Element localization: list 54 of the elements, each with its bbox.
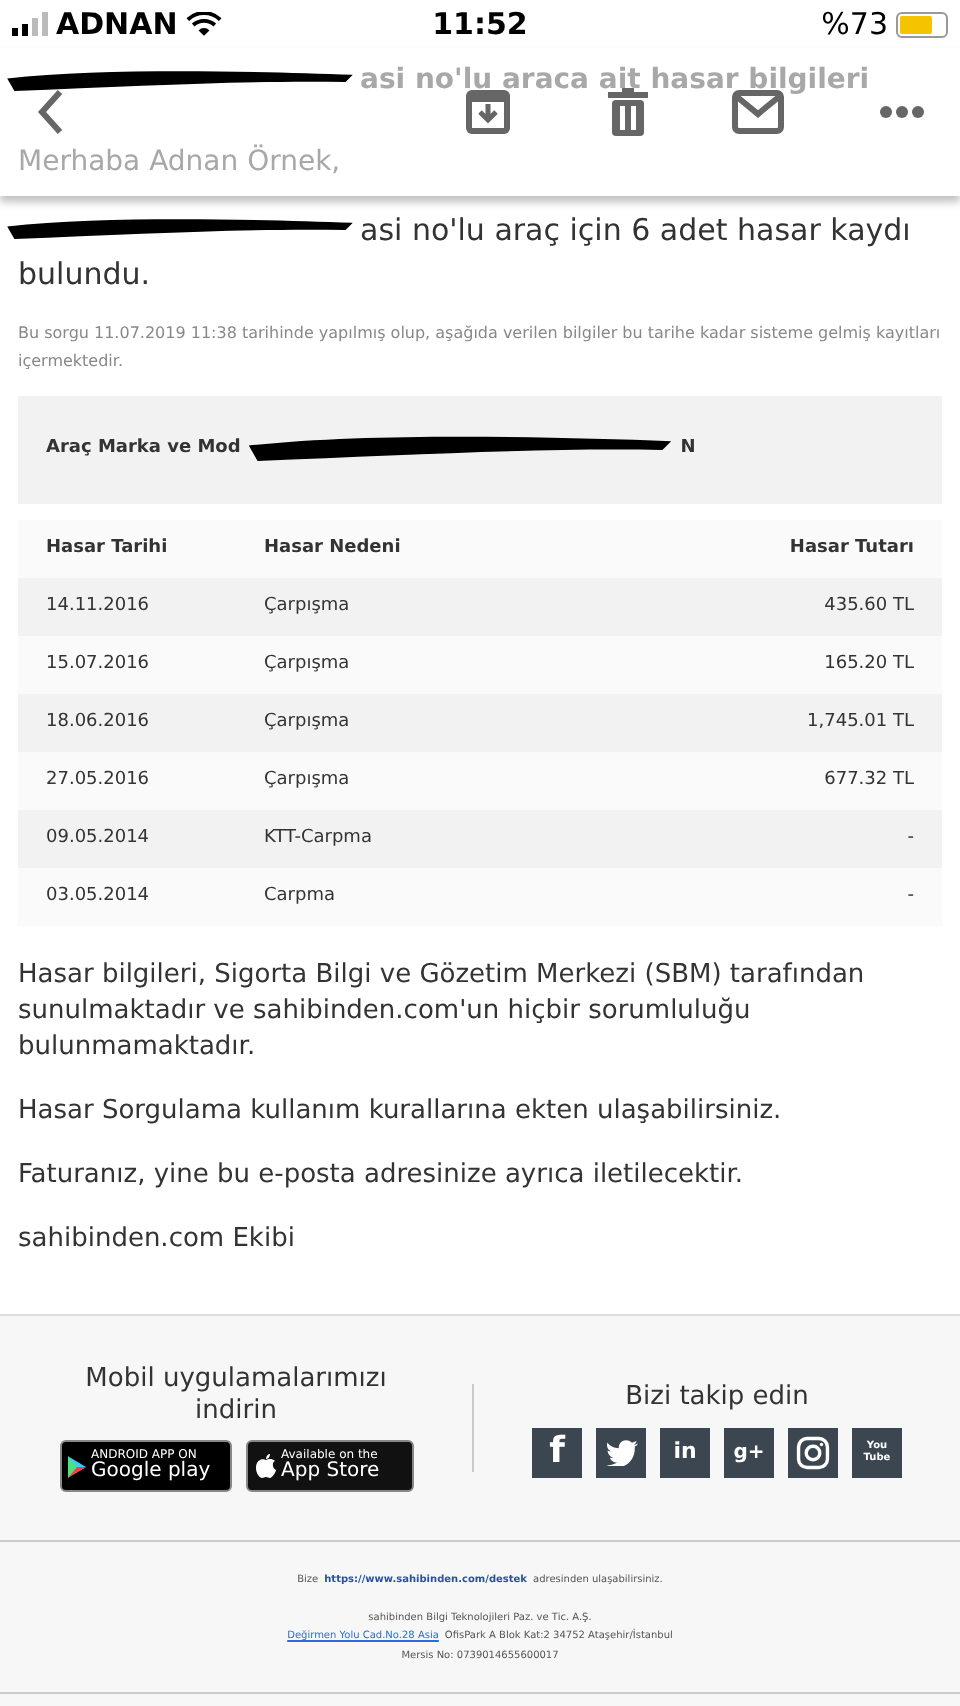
- twitter-icon[interactable]: [596, 1427, 646, 1478]
- table-cell-text: Çarpışma: [264, 709, 352, 736]
- battery-percentage: %73: [821, 3, 888, 46]
- facebook-icon[interactable]: f: [532, 1427, 582, 1478]
- archive-icon[interactable]: [464, 88, 512, 136]
- greeting-text: Merhaba Adnan Örnek,: [16, 142, 341, 182]
- battery-icon: [896, 11, 948, 37]
- column-header: Hasar Nedeni: [264, 535, 403, 562]
- trash-icon[interactable]: [608, 88, 648, 136]
- table-cell-text: 09.05.2014: [46, 825, 152, 852]
- table-cell-text: Çarpışma: [264, 651, 352, 678]
- table-cell-text: Carpma: [264, 883, 337, 910]
- column-header: Hasar Tarihi: [46, 535, 170, 562]
- badge-title: App Store: [281, 1462, 380, 1482]
- table-cell-text: -: [907, 883, 914, 910]
- vehicle-value: N: [680, 436, 696, 463]
- wifi-icon: [185, 11, 222, 37]
- signal-icon: [12, 12, 48, 36]
- table-cell-text: 18.06.2016: [46, 709, 152, 736]
- query-note: Bu sorgu 11.07.2019 11:38 tarihinde yapılmış olup, aşağıda verilen bilgiler bu tarihe kadar sisteme gelmiş kayıtları içermektedir.: [18, 322, 942, 374]
- badge-title: Google play: [91, 1462, 211, 1482]
- social-heading: Bizi takip edin: [625, 1380, 809, 1417]
- body-paragraph: Hasar Sorgulama kullanım kurallarına ekten ulaşabilirsiniz.: [18, 1094, 784, 1130]
- table-cell-text: KTT-Carpma: [264, 825, 374, 852]
- more-icon[interactable]: [880, 106, 924, 118]
- table-cell-text: 14.11.2016: [46, 593, 152, 620]
- table-cell-text: 03.05.2014: [46, 883, 152, 910]
- table-cell-text: Çarpışma: [264, 767, 352, 794]
- table-cell-text: 435.60 TL: [824, 593, 914, 620]
- intro-text: bulundu.: [18, 254, 151, 296]
- intro-text: asi no'lu araç için 6 adet hasar kaydı: [360, 210, 911, 252]
- table-cell-text: 15.07.2016: [46, 651, 152, 678]
- table-cell-text: -: [907, 825, 914, 852]
- table-cell-text: 1,745.01 TL: [807, 709, 914, 736]
- clock-time: 11:52: [430, 3, 530, 46]
- back-icon[interactable]: [36, 88, 64, 136]
- instagram-icon[interactable]: [788, 1427, 838, 1478]
- googleplus-icon[interactable]: g+: [724, 1427, 774, 1478]
- table-cell-text: 165.20 TL: [824, 651, 914, 678]
- body-paragraph: Hasar bilgileri, Sigorta Bilgi ve Gözetim Merkezi (SBM) tarafından sunulmaktadır ve sahibinden.com'un hiçbir sorumluluğu bulunmamaktadır.: [18, 958, 867, 1066]
- email-subject: asi no'lu araca ait hasar bilgileri: [360, 62, 870, 100]
- body-paragraph: sahibinden.com Ekibi: [18, 1222, 297, 1258]
- column-header: Hasar Tutarı: [789, 535, 914, 562]
- play-logo-icon: [67, 1455, 85, 1477]
- table-cell-text: 677.32 TL: [824, 767, 914, 794]
- apps-heading: Mobil uygulamalarımızı indirin: [83, 1364, 389, 1428]
- vehicle-label: Araç Marka ve Mod: [46, 436, 241, 463]
- apple-logo-icon: [255, 1454, 275, 1478]
- mail-icon[interactable]: [732, 90, 784, 134]
- body-paragraph: Faturanız, yine bu e-posta adresinize ayrıca iletilecektir.: [18, 1158, 746, 1194]
- table-cell-text: 27.05.2016: [46, 767, 152, 794]
- linkedin-icon[interactable]: in: [660, 1427, 710, 1478]
- carrier-name: ADNAN: [56, 3, 178, 46]
- table-cell-text: Çarpışma: [264, 593, 352, 620]
